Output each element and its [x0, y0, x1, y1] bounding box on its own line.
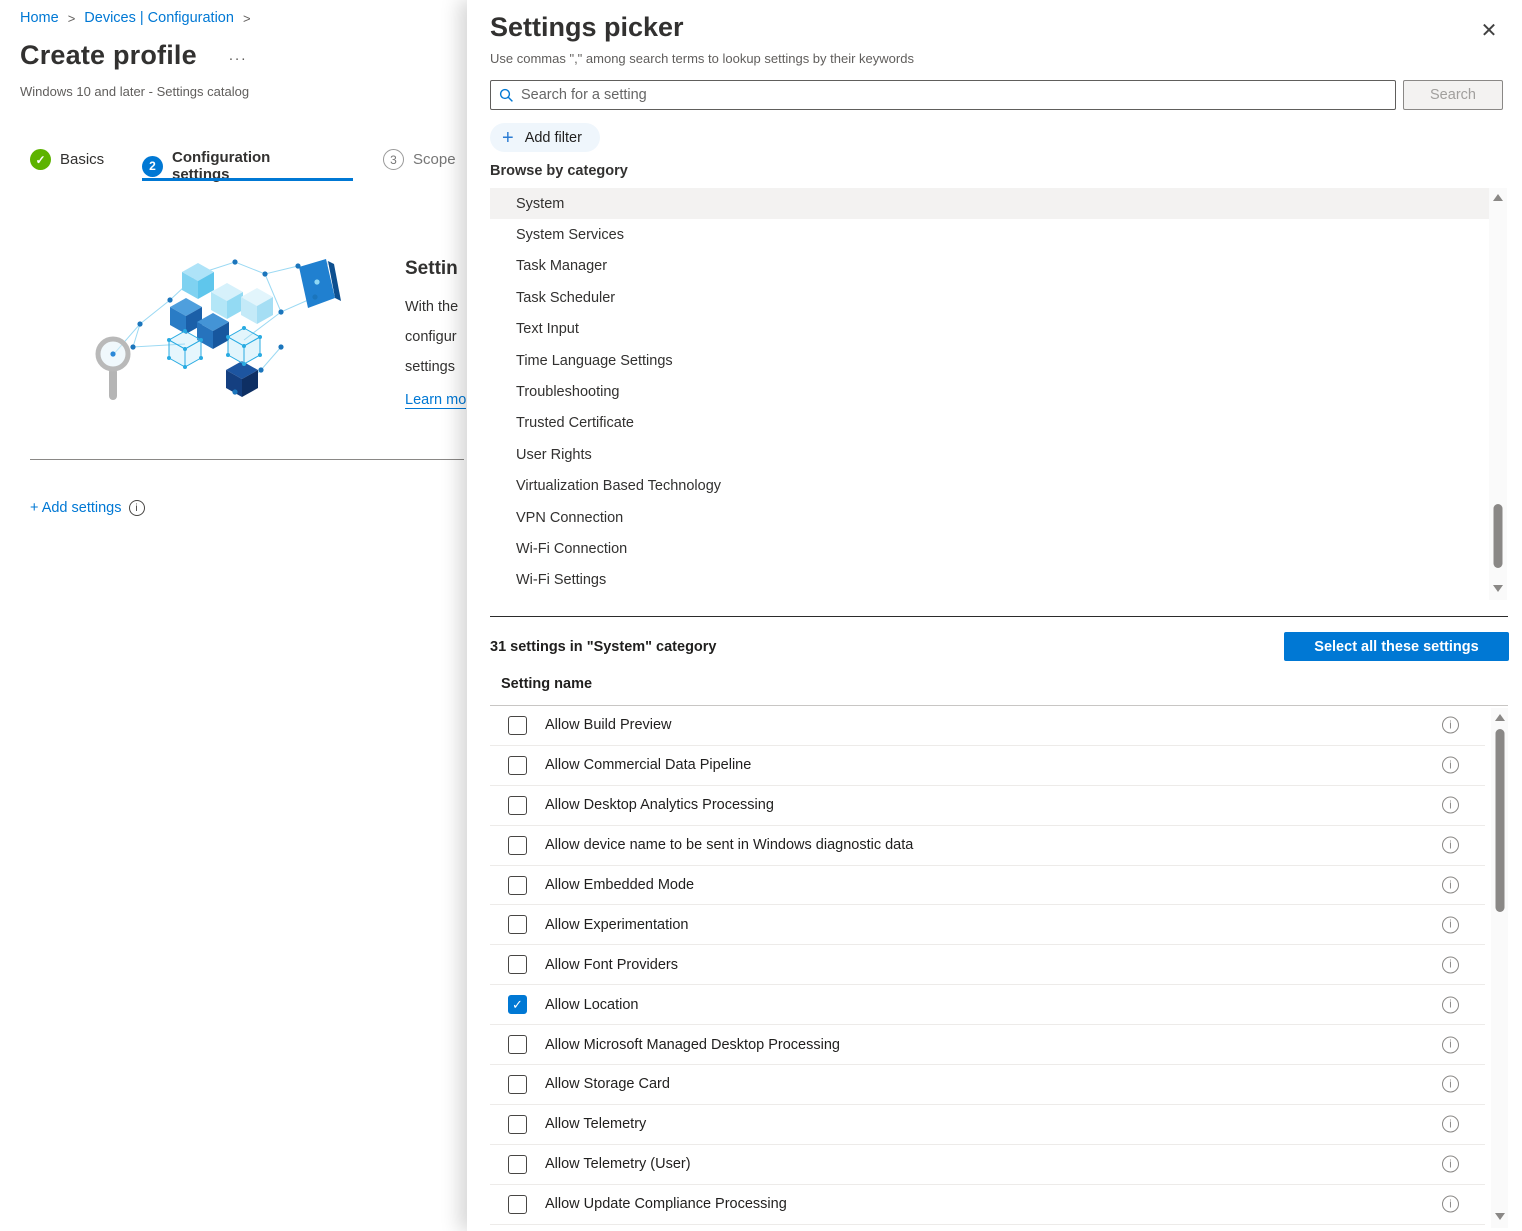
info-icon[interactable]: [1442, 916, 1459, 934]
chevron-right-icon: [243, 11, 251, 26]
active-tab-underline: [142, 178, 353, 181]
setting-row[interactable]: Allow Experimentation: [490, 905, 1485, 946]
category-list-item[interactable]: System: [490, 188, 1489, 220]
search-icon: [499, 88, 514, 103]
chevron-right-icon: [68, 11, 76, 26]
category-list-item[interactable]: Troubleshooting: [490, 376, 1489, 407]
category-list-item[interactable]: Task Manager: [490, 251, 1489, 282]
search-button[interactable]: Search: [1403, 80, 1503, 110]
category-list-item[interactable]: Trusted Certificate: [490, 408, 1489, 439]
setting-row[interactable]: Allow Build Preview: [490, 706, 1485, 746]
panel-title: Settings picker: [490, 12, 684, 42]
category-list-item[interactable]: System Services: [490, 219, 1489, 250]
select-all-settings-button[interactable]: Select all these settings: [1284, 632, 1509, 661]
setting-checkbox[interactable]: [508, 755, 527, 775]
setting-checkbox[interactable]: [508, 915, 527, 935]
breadcrumb-home[interactable]: Home: [20, 10, 59, 26]
page-subtitle: Windows 10 and later - Settings catalog: [20, 84, 250, 99]
setting-checkbox[interactable]: [508, 1114, 527, 1134]
add-settings-link[interactable]: + Add settings: [30, 500, 145, 516]
setting-row[interactable]: Allow device name to be sent in Windows …: [490, 826, 1485, 866]
results-summary: 31 settings in "System" category: [490, 639, 717, 655]
info-icon[interactable]: [128, 500, 145, 516]
category-list-item[interactable]: Virtualization Based Technology: [490, 471, 1489, 502]
info-icon[interactable]: [1442, 1195, 1459, 1213]
category-list-item[interactable]: Task Scheduler: [490, 282, 1489, 313]
panel-divider: [490, 616, 1508, 617]
breadcrumb-devices-configuration[interactable]: Devices | Configuration: [84, 10, 234, 26]
settings-table: Allow Build Preview Allow Commercial Dat…: [490, 706, 1485, 1225]
plus-icon: [502, 128, 514, 148]
more-menu-icon[interactable]: ...: [229, 47, 248, 64]
category-list-item[interactable]: User Rights: [490, 439, 1489, 470]
search-input-container: [490, 80, 1396, 110]
info-icon[interactable]: [1442, 1036, 1459, 1054]
check-circle-icon: [30, 149, 51, 170]
page-title: Create profile: [20, 40, 197, 70]
setting-row[interactable]: Allow Microsoft Managed Desktop Processi…: [490, 1025, 1485, 1066]
info-icon[interactable]: [1442, 716, 1459, 734]
category-list: System System Services Task Manager Task…: [490, 188, 1489, 596]
close-icon[interactable]: [1475, 16, 1503, 44]
scroll-down-arrow-icon[interactable]: [1493, 585, 1503, 592]
info-icon[interactable]: [1442, 1155, 1459, 1173]
category-list-item[interactable]: Wi-Fi Settings: [490, 565, 1489, 596]
info-icon[interactable]: [1442, 956, 1459, 974]
setting-row[interactable]: Allow Telemetry (User): [490, 1145, 1485, 1185]
step-number-badge: 3: [383, 149, 404, 170]
scroll-down-arrow-icon[interactable]: [1494, 1213, 1505, 1220]
panel-subtitle: Use commas "," among search terms to loo…: [490, 51, 914, 66]
learn-more-link[interactable]: Learn mo: [405, 392, 467, 409]
setting-checkbox[interactable]: [508, 1074, 527, 1094]
setting-checkbox[interactable]: [508, 1035, 527, 1055]
setting-row[interactable]: Allow Telemetry: [490, 1105, 1485, 1145]
tab-basics[interactable]: Basics: [30, 149, 104, 170]
scroll-up-arrow-icon[interactable]: [1493, 194, 1503, 201]
category-list-scrollbar[interactable]: [1489, 188, 1507, 600]
setting-row[interactable]: Allow Location: [490, 985, 1485, 1026]
browse-by-category-heading: Browse by category: [490, 163, 628, 179]
info-icon[interactable]: [1442, 756, 1459, 774]
setting-row[interactable]: Allow Font Providers: [490, 945, 1485, 986]
setting-name-column-header: Setting name: [501, 676, 593, 692]
scrollbar-thumb[interactable]: [1495, 729, 1504, 912]
setting-checkbox[interactable]: [508, 795, 527, 815]
settings-picker-panel: Settings picker Use commas "," among sea…: [467, 0, 1522, 1231]
category-list-item[interactable]: VPN Connection: [490, 502, 1489, 533]
setting-checkbox[interactable]: [508, 715, 527, 735]
setting-row[interactable]: Allow Update Compliance Processing: [490, 1185, 1485, 1225]
section-divider: [30, 459, 464, 460]
info-icon[interactable]: [1442, 836, 1459, 854]
info-icon[interactable]: [1442, 876, 1459, 894]
search-input[interactable]: [521, 87, 1387, 103]
category-list-item[interactable]: Time Language Settings: [490, 345, 1489, 376]
setting-checkbox[interactable]: [508, 955, 527, 975]
scrollbar-thumb[interactable]: [1493, 504, 1503, 568]
info-icon[interactable]: [1442, 1075, 1459, 1093]
category-list-item[interactable]: Text Input: [490, 314, 1489, 345]
add-filter-button[interactable]: Add filter: [490, 123, 600, 152]
setting-checkbox[interactable]: [508, 995, 527, 1015]
scroll-up-arrow-icon[interactable]: [1494, 714, 1505, 721]
magnifier-icon: [95, 336, 131, 400]
step-number-badge: 2: [142, 155, 163, 177]
setting-checkbox[interactable]: [508, 1154, 527, 1174]
info-icon[interactable]: [1442, 1115, 1459, 1133]
settings-catalog-illustration: [95, 259, 341, 400]
setting-checkbox[interactable]: [508, 1194, 527, 1214]
setting-row[interactable]: Allow Desktop Analytics Processing: [490, 786, 1485, 826]
setting-row[interactable]: Allow Commercial Data Pipeline: [490, 746, 1485, 786]
info-icon[interactable]: [1442, 796, 1459, 814]
info-icon[interactable]: [1442, 996, 1459, 1014]
setting-checkbox[interactable]: [508, 835, 527, 855]
breadcrumb: Home Devices | Configuration: [20, 10, 251, 26]
tab-scope-tags[interactable]: 3 Scope: [383, 149, 456, 170]
category-list-item[interactable]: Wi-Fi Connection: [490, 533, 1489, 564]
settings-list-scrollbar[interactable]: [1491, 708, 1508, 1228]
setting-row[interactable]: Allow Storage Card: [490, 1065, 1485, 1105]
setting-checkbox[interactable]: [508, 875, 527, 895]
book-icon: [299, 259, 341, 308]
setting-row[interactable]: Allow Embedded Mode: [490, 866, 1485, 906]
